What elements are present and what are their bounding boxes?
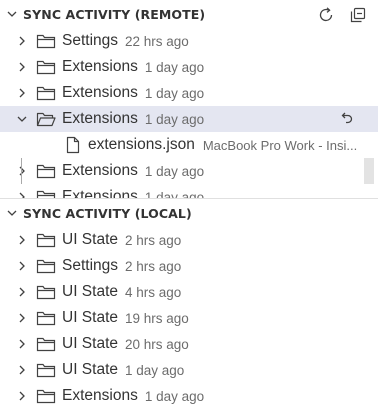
tree-row[interactable]: UI State 4 hrs ago bbox=[0, 279, 378, 305]
row-label: UI State bbox=[62, 361, 118, 378]
row-description: 1 day ago bbox=[144, 59, 205, 75]
row-label: UI State bbox=[62, 335, 118, 352]
remote-tree: Settings 22 hrs ago Extensions 1 day ago… bbox=[0, 28, 378, 198]
row-description: 4 hrs ago bbox=[125, 284, 182, 300]
folder-icon bbox=[36, 163, 56, 179]
tree-row[interactable]: Extensions 1 day ago bbox=[0, 383, 378, 406]
chevron-down-icon bbox=[3, 204, 21, 222]
refresh-icon[interactable] bbox=[316, 5, 336, 25]
row-description: 1 day ago bbox=[125, 362, 185, 378]
chevron-down-icon bbox=[3, 5, 21, 23]
row-description: 1 day ago bbox=[144, 388, 205, 404]
sync-activity-remote-pane: SYNC ACTIVITY (REMOTE) Settings 22 hrs a… bbox=[0, 0, 378, 198]
tree-row[interactable]: UI State 20 hrs ago bbox=[0, 331, 378, 357]
tree-row[interactable]: UI State 1 day ago bbox=[0, 357, 378, 383]
row-description: 1 day ago bbox=[144, 189, 205, 199]
local-pane-header[interactable]: SYNC ACTIVITY (LOCAL) bbox=[0, 199, 378, 227]
folder-icon bbox=[36, 59, 56, 75]
tree-row[interactable]: Settings 22 hrs ago bbox=[0, 28, 378, 54]
tree-row-child[interactable]: extensions.json MacBook Pro Work - Insi.… bbox=[0, 132, 378, 158]
row-description: 2 hrs ago bbox=[125, 232, 182, 248]
row-description: 20 hrs ago bbox=[125, 336, 189, 352]
chevron-right-icon[interactable] bbox=[14, 59, 30, 75]
collapse-all-icon[interactable] bbox=[348, 5, 368, 25]
folder-icon bbox=[36, 232, 56, 248]
tree-row[interactable]: Settings 2 hrs ago bbox=[0, 253, 378, 279]
discard-icon[interactable] bbox=[336, 109, 356, 129]
chevron-right-icon[interactable] bbox=[14, 336, 30, 352]
row-label: Settings bbox=[62, 257, 119, 274]
local-tree: UI State 2 hrs ago Settings 2 hrs ago UI… bbox=[0, 227, 378, 406]
folder-icon bbox=[36, 310, 56, 326]
remote-pane-title: SYNC ACTIVITY (REMOTE) bbox=[23, 6, 206, 22]
file-icon bbox=[66, 136, 80, 154]
chevron-right-icon[interactable] bbox=[14, 163, 30, 179]
chevron-right-icon[interactable] bbox=[14, 189, 30, 198]
row-description: 19 hrs ago bbox=[125, 310, 189, 326]
row-description: 22 hrs ago bbox=[125, 33, 189, 49]
row-label: extensions.json bbox=[88, 136, 195, 153]
chevron-right-icon[interactable] bbox=[14, 284, 30, 300]
indent-guide bbox=[21, 158, 22, 184]
row-description: MacBook Pro Work - Insi... bbox=[202, 137, 358, 153]
row-label: Extensions bbox=[62, 58, 138, 75]
chevron-right-icon[interactable] bbox=[14, 85, 30, 101]
tree-row[interactable]: Extensions 1 day ago bbox=[0, 54, 378, 80]
tree-row[interactable]: Extensions 1 day ago bbox=[0, 158, 378, 184]
chevron-right-icon[interactable] bbox=[14, 310, 30, 326]
folder-icon bbox=[36, 258, 56, 274]
chevron-down-icon[interactable] bbox=[14, 111, 30, 127]
row-description: 1 day ago bbox=[144, 163, 205, 179]
tree-row-selected[interactable]: Extensions 1 day ago bbox=[0, 106, 378, 132]
folder-icon bbox=[36, 85, 56, 101]
row-label: UI State bbox=[62, 309, 118, 326]
row-description: 1 day ago bbox=[144, 85, 205, 101]
tree-row[interactable]: Extensions 1 day ago bbox=[0, 80, 378, 106]
tree-row[interactable]: UI State 2 hrs ago bbox=[0, 227, 378, 253]
sync-activity-local-pane: SYNC ACTIVITY (LOCAL) UI State 2 hrs ago… bbox=[0, 198, 378, 406]
tree-row[interactable]: Extensions 1 day ago bbox=[0, 184, 378, 198]
chevron-right-icon[interactable] bbox=[14, 388, 30, 404]
row-label: UI State bbox=[62, 283, 118, 300]
remote-pane-header[interactable]: SYNC ACTIVITY (REMOTE) bbox=[0, 0, 378, 28]
row-description: 2 hrs ago bbox=[125, 258, 182, 274]
chevron-right-icon[interactable] bbox=[14, 33, 30, 49]
folder-icon bbox=[36, 33, 56, 49]
folder-icon bbox=[36, 362, 56, 378]
row-label: Settings bbox=[62, 32, 119, 49]
row-label: Extensions bbox=[62, 110, 138, 127]
remote-header-actions bbox=[316, 5, 368, 25]
folder-icon bbox=[36, 388, 56, 404]
row-description: 1 day ago bbox=[144, 111, 205, 127]
row-label: Extensions bbox=[62, 84, 138, 101]
row-label: UI State bbox=[62, 231, 118, 248]
folder-icon bbox=[36, 336, 56, 352]
row-label: Extensions bbox=[62, 188, 138, 198]
row-label: Extensions bbox=[62, 387, 138, 404]
scrollbar-slider[interactable] bbox=[364, 158, 374, 184]
folder-icon bbox=[36, 284, 56, 300]
chevron-right-icon[interactable] bbox=[14, 258, 30, 274]
chevron-right-icon[interactable] bbox=[14, 232, 30, 248]
folder-open-icon bbox=[36, 111, 56, 127]
folder-icon bbox=[36, 189, 56, 198]
row-label: Extensions bbox=[62, 162, 138, 179]
tree-row[interactable]: UI State 19 hrs ago bbox=[0, 305, 378, 331]
chevron-right-icon[interactable] bbox=[14, 362, 30, 378]
local-pane-title: SYNC ACTIVITY (LOCAL) bbox=[23, 205, 192, 221]
